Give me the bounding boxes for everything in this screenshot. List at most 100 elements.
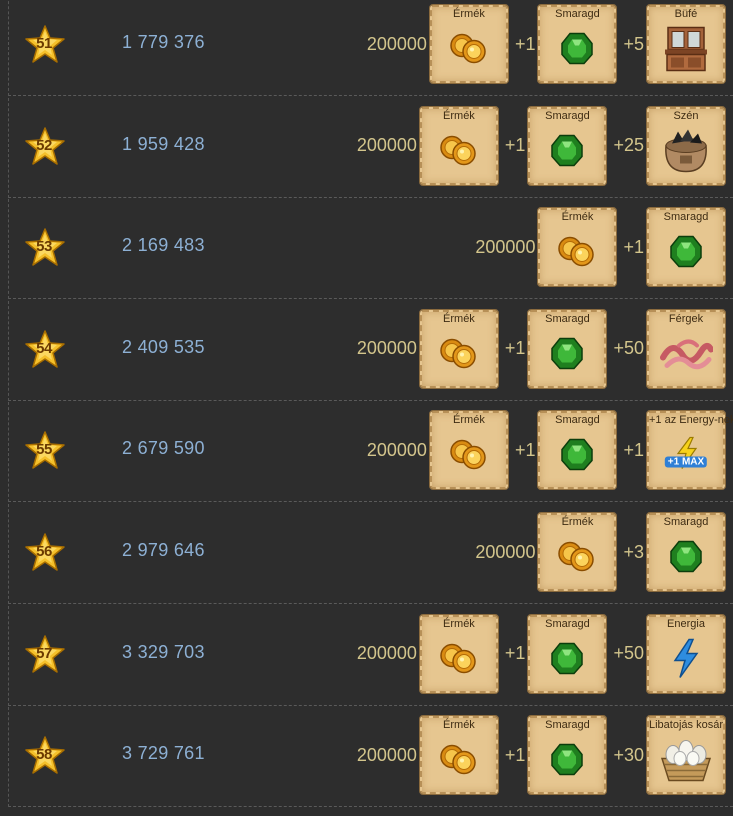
reward-amount: +1	[514, 439, 536, 460]
emerald-icon	[549, 132, 585, 173]
reward-label: Smaragd	[545, 617, 590, 630]
coins-icon	[448, 438, 490, 477]
level-number: 53	[36, 238, 52, 256]
reward-label: Férgek	[668, 312, 704, 325]
reward-card[interactable]: +1 az Energy-nek +1 MAX	[646, 410, 733, 491]
rewards-group: 200000 Érmék +1 Smaragd +50 Energia	[354, 613, 726, 694]
reward-card[interactable]: Büfé	[646, 4, 726, 84]
reward-amount: +1	[623, 439, 644, 460]
xp-required: 1 959 428	[122, 133, 205, 154]
reward-card[interactable]: Smaragd	[527, 308, 608, 389]
reward-amount: +1	[504, 338, 526, 359]
reward-card[interactable]: Érmék	[428, 4, 509, 84]
rewards-group: 200000 Érmék +1 Smaragd +50 Férgek	[354, 308, 726, 389]
emerald-icon	[559, 31, 595, 72]
reward-card[interactable]: Smaragd	[527, 715, 608, 796]
reward-amount: 200000	[356, 338, 417, 359]
coins-icon	[556, 235, 598, 274]
level-number: 55	[36, 441, 52, 459]
level-number: 57	[36, 644, 52, 662]
level-star-icon: 53	[25, 228, 65, 266]
level-star-icon: 54	[25, 330, 65, 368]
reward-label: Smaragd	[663, 211, 709, 224]
reward-amount: +1	[504, 135, 526, 156]
rewards-group: 200000 Érmék +1 Smaragd +30 Libatojás kosár	[354, 715, 726, 796]
reward-card[interactable]: Energia	[646, 613, 726, 694]
reward-card[interactable]: Érmék	[418, 715, 499, 796]
reward-amount: +50	[613, 643, 644, 664]
rewards-group: 200000 Érmék +1 Smaragd +5 Büfé	[364, 4, 726, 84]
reward-amount: 200000	[356, 643, 417, 664]
reward-card[interactable]: Smaragd	[646, 207, 726, 288]
reward-amount: 200000	[356, 744, 417, 765]
reward-label: Szén	[673, 109, 699, 122]
reward-amount: +1	[623, 236, 644, 257]
table-row: 51 1 779 376 200000 Érmék +1 Smaragd +5 Büfé	[8, 0, 733, 96]
egg-basket-icon	[657, 737, 715, 788]
reward-amount: +50	[613, 338, 644, 359]
reward-card[interactable]: Smaragd	[537, 410, 618, 491]
emerald-icon	[549, 640, 585, 681]
table-row: 55 2 679 590 200000 Érmék +1 Smaragd +1 +1 az…	[8, 402, 733, 503]
reward-card[interactable]: Smaragd	[527, 613, 608, 694]
xp-required: 3 729 761	[122, 743, 205, 764]
reward-label: Érmék	[561, 211, 594, 224]
reward-card[interactable]: Libatojás kosár	[646, 715, 726, 796]
reward-card[interactable]: Érmék	[428, 410, 509, 491]
rewards-group: 200000 Érmék +1 Smaragd +1 +1 az Energy-nek…	[364, 410, 733, 491]
reward-amount: +30	[613, 744, 644, 765]
reward-card[interactable]: Smaragd	[646, 512, 726, 592]
reward-amount: 200000	[356, 135, 417, 156]
reward-amount: 200000	[366, 33, 427, 54]
reward-card[interactable]: Smaragd	[527, 105, 608, 186]
table-row: 56 2 979 646 200000 Érmék +3 Smaragd	[8, 504, 733, 604]
reward-label: Smaragd	[545, 719, 590, 732]
rewards-group: 200000 Érmék +1 Smaragd	[472, 207, 726, 288]
reward-label: Smaragd	[545, 312, 590, 325]
reward-label: Energia	[667, 617, 705, 630]
coins-icon	[448, 32, 490, 71]
reward-label: Smaragd	[663, 516, 709, 528]
level-number: 58	[36, 746, 52, 764]
reward-card[interactable]: Férgek	[646, 308, 726, 389]
level-star-icon: 51	[25, 25, 65, 63]
reward-amount: 200000	[475, 541, 536, 562]
reward-label: Libatojás kosár	[649, 719, 723, 732]
table-row: 54 2 409 535 200000 Érmék +1 Smaragd +50 Férg…	[8, 300, 733, 401]
level-rewards-table: 51 1 779 376 200000 Érmék +1 Smaragd +5 Büfé …	[0, 0, 733, 816]
emerald-icon	[668, 234, 704, 275]
reward-card[interactable]: Érmék	[418, 308, 499, 389]
level-star-icon: 57	[25, 634, 65, 673]
coins-icon	[438, 641, 480, 680]
table-row: 57 3 329 703 200000 Érmék +1 Smaragd +50 Ener…	[8, 605, 733, 706]
reward-amount: +3	[623, 541, 644, 562]
level-number: 54	[36, 339, 52, 357]
reward-label: Smaragd	[545, 109, 590, 122]
reward-label: Érmék	[453, 8, 485, 20]
reward-label: Érmék	[453, 414, 485, 427]
emerald-icon	[549, 742, 585, 783]
reward-card[interactable]: Smaragd	[537, 4, 618, 84]
coal-sack-icon	[660, 127, 712, 178]
reward-label: Érmék	[443, 109, 475, 122]
cupboard-icon	[662, 24, 710, 79]
level-star-icon: 55	[25, 431, 65, 470]
reward-card[interactable]: Érmék	[537, 512, 618, 592]
level-number: 51	[36, 35, 52, 52]
reward-card[interactable]: Érmék	[418, 613, 499, 694]
reward-amount: +5	[623, 33, 644, 54]
emerald-icon	[668, 539, 704, 580]
reward-card[interactable]: Szén	[646, 105, 726, 186]
rewards-group: 200000 Érmék +3 Smaragd	[472, 512, 726, 592]
xp-required: 2 409 535	[122, 336, 205, 357]
lightning-icon	[671, 638, 701, 683]
reward-card[interactable]: Érmék	[418, 105, 499, 186]
level-star-icon: 52	[25, 126, 65, 165]
reward-label: Smaragd	[555, 8, 600, 20]
reward-amount: 200000	[475, 236, 536, 257]
rewards-group: 200000 Érmék +1 Smaragd +25 Szén	[354, 105, 726, 186]
reward-card[interactable]: Érmék	[537, 207, 618, 288]
reward-label: Érmék	[443, 312, 475, 325]
worms-icon	[659, 333, 714, 378]
reward-amount: +1	[504, 744, 526, 765]
